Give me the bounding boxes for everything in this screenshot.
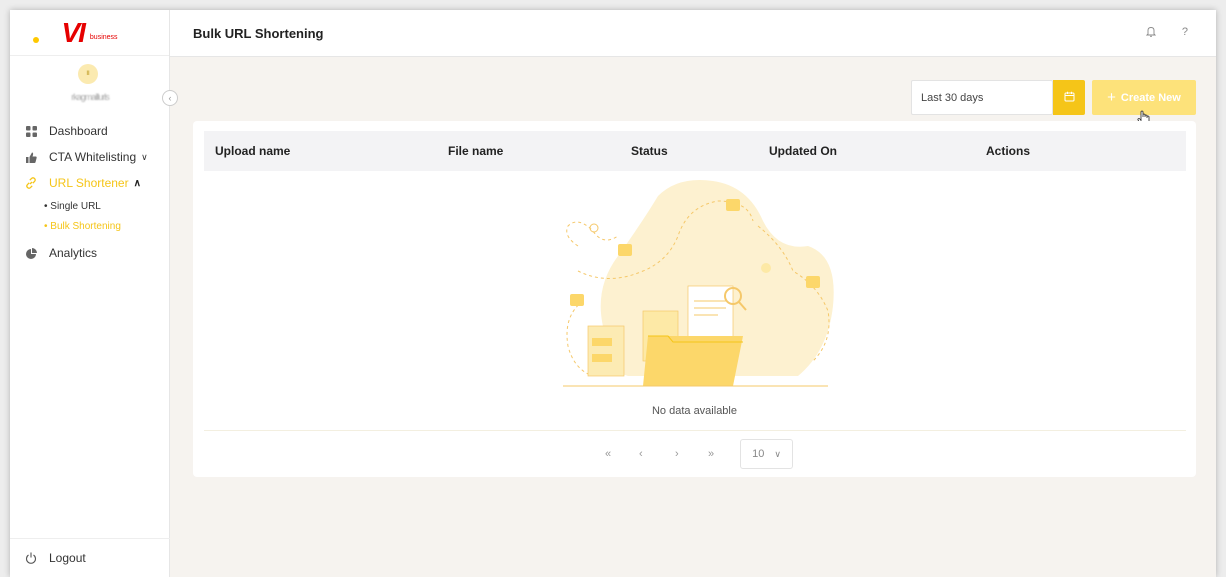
- sidebar-subitem-bulk-shortening[interactable]: • Bulk Shortening: [10, 216, 170, 236]
- sidebar-collapse-button[interactable]: ‹: [162, 90, 178, 106]
- first-page-button[interactable]: «: [605, 448, 611, 460]
- pie-chart-icon: [25, 247, 37, 259]
- page-size-value: 10: [752, 448, 765, 460]
- sidebar-item-cta-whitelisting[interactable]: CTA Whitelisting ∨: [10, 144, 170, 170]
- chevron-left-icon: ‹: [168, 93, 172, 103]
- sidebar-item-url-shortener[interactable]: URL Shortener ∧: [10, 170, 170, 196]
- empty-state-text: No data available: [651, 405, 737, 417]
- pagination: « ‹ › » 10 ∨: [193, 439, 1196, 469]
- column-header-upload-name[interactable]: Upload name: [215, 144, 290, 158]
- sidebar-item-label: CTA Whitelisting: [49, 150, 137, 164]
- sidebar-item-label: Analytics: [49, 246, 98, 260]
- logo-mark: VI: [61, 16, 86, 48]
- avatar[interactable]: II: [78, 64, 98, 84]
- create-new-label: Create New: [1120, 91, 1181, 104]
- column-header-file-name[interactable]: File name: [448, 144, 503, 158]
- bell-icon[interactable]: [1145, 26, 1156, 40]
- logo-dot: [33, 37, 39, 43]
- sidebar-subitem-single-url[interactable]: • Single URL: [10, 196, 170, 216]
- sidebar-item-label: URL Shortener: [49, 176, 129, 190]
- column-header-status[interactable]: Status: [631, 144, 668, 158]
- calendar-icon: [1064, 91, 1075, 105]
- last-page-button[interactable]: »: [708, 448, 714, 460]
- header-actions: ?: [1145, 26, 1188, 40]
- date-range-input[interactable]: Last 30 days: [911, 80, 1053, 115]
- chevron-down-icon: ∨: [141, 151, 148, 162]
- logout-button[interactable]: Logout: [10, 545, 170, 571]
- thumbs-up-icon: [25, 151, 37, 163]
- vi-business-logo[interactable]: VI business: [10, 10, 169, 56]
- logout-label: Logout: [49, 551, 86, 565]
- upload-table-card: Upload name File name Status Updated On …: [193, 121, 1196, 477]
- link-icon: [25, 177, 37, 189]
- logout-section: Logout: [10, 538, 170, 571]
- page-size-select[interactable]: 10 ∨: [740, 439, 793, 469]
- empty-state-illustration: [563, 180, 834, 387]
- sidebar-item-label: Dashboard: [49, 124, 108, 138]
- sidebar-nav: Dashboard CTA Whitelisting ∨ URL Shorten…: [10, 118, 170, 266]
- sidebar: VI business II rkagmaillurls Dashboard C…: [10, 10, 170, 577]
- power-icon: [25, 552, 37, 564]
- chevron-up-icon: ∧: [133, 177, 141, 189]
- logo-subtext: business: [89, 34, 118, 41]
- chevron-down-icon: ∨: [774, 448, 781, 459]
- next-page-button[interactable]: ›: [675, 448, 679, 460]
- page-title: Bulk URL Shortening: [193, 25, 324, 41]
- table-header: Upload name File name Status Updated On …: [204, 131, 1186, 171]
- column-header-updated-on[interactable]: Updated On: [769, 144, 837, 158]
- prev-page-button[interactable]: ‹: [639, 448, 643, 460]
- table-divider: [204, 430, 1186, 431]
- user-name: rkagmaillurls: [71, 92, 110, 102]
- grid-icon: [25, 125, 37, 137]
- sidebar-item-dashboard[interactable]: Dashboard: [10, 118, 170, 144]
- column-header-actions: Actions: [986, 144, 1031, 158]
- calendar-button[interactable]: [1053, 80, 1085, 115]
- sidebar-item-analytics[interactable]: Analytics: [10, 240, 170, 266]
- header: Bulk URL Shortening ?: [170, 10, 1216, 57]
- app-window: VI business II rkagmaillurls Dashboard C…: [10, 10, 1216, 577]
- plus-icon: +: [1107, 89, 1116, 106]
- help-icon[interactable]: ?: [1182, 26, 1188, 40]
